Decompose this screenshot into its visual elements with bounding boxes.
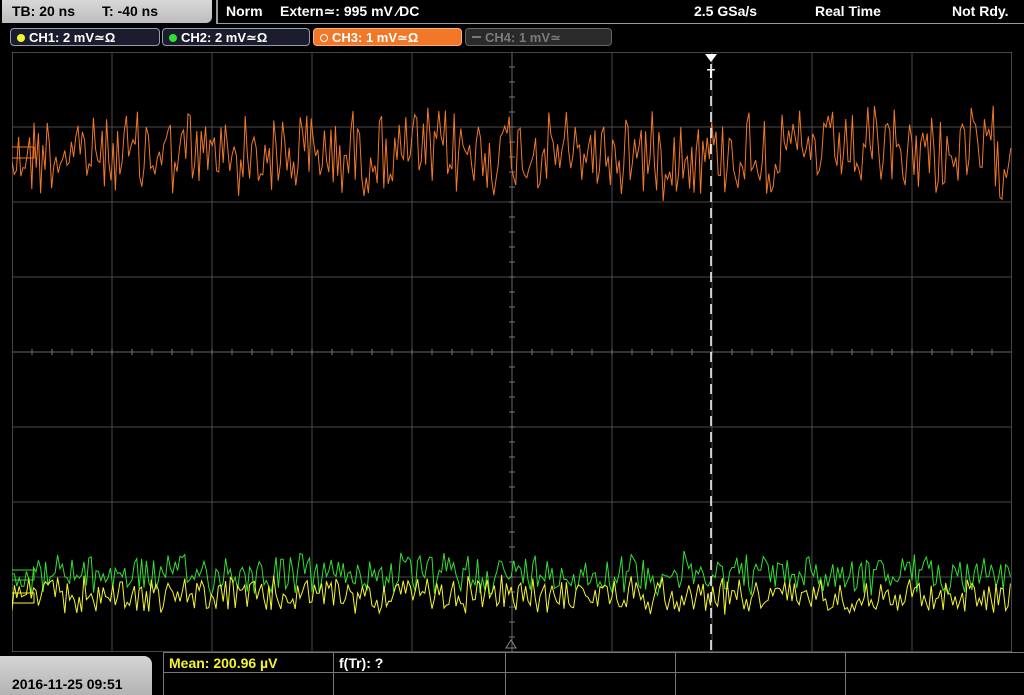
acquisition-mode: Real Time xyxy=(815,3,881,19)
sample-rate: 2.5 GSa/s xyxy=(694,3,758,19)
mean-measurement: Mean: 200.96 µV xyxy=(169,655,278,671)
channel-tab-ch2[interactable]: CH2: 2 mV≃Ω xyxy=(162,28,310,46)
measurement-panel[interactable]: Mean: 200.96 µV f(Tr): ? xyxy=(163,652,1024,695)
ch4-off-icon xyxy=(472,36,481,38)
timebase-label: TB: 20 ns xyxy=(12,3,76,19)
divider xyxy=(216,0,218,24)
channel-tab-ch3[interactable]: CH3: 1 mV≃Ω xyxy=(313,28,462,46)
ch3-dot-icon xyxy=(320,34,328,42)
timebase-box[interactable]: TB: 20 ns T: -40 ns xyxy=(2,0,212,23)
waveform-display[interactable]: T xyxy=(12,52,1012,652)
ch2-label: CH2: 2 mV≃Ω xyxy=(181,30,268,45)
channel-tab-ch4[interactable]: CH4: 1 mV≃ xyxy=(465,28,612,46)
datetime-box: 2016-11-25 09:51 xyxy=(0,656,152,695)
ch1-label: CH1: 2 mV≃Ω xyxy=(29,30,116,45)
channel-tab-ch1[interactable]: CH1: 2 mV≃Ω xyxy=(10,28,160,46)
frequency-measurement: f(Tr): ? xyxy=(339,655,384,671)
divider xyxy=(216,23,1024,24)
ch4-label: CH4: 1 mV≃ xyxy=(485,30,561,45)
status-bar: TB: 20 ns T: -40 ns Norm Extern≃: 995 mV… xyxy=(0,0,1024,26)
ch3-label: CH3: 1 mV≃Ω xyxy=(332,30,419,45)
trigger-source[interactable]: Extern≃: 995 mV ∕DC xyxy=(280,3,419,20)
datetime-label: 2016-11-25 09:51 xyxy=(12,676,123,692)
trigger-status: Not Rdy. xyxy=(952,3,1009,19)
trigger-marker-label: T xyxy=(707,66,715,81)
ch2-dot-icon xyxy=(169,34,177,42)
trigger-mode[interactable]: Norm xyxy=(226,3,263,19)
ch1-dot-icon xyxy=(17,34,25,42)
trigger-offset-label: T: -40 ns xyxy=(102,3,159,19)
